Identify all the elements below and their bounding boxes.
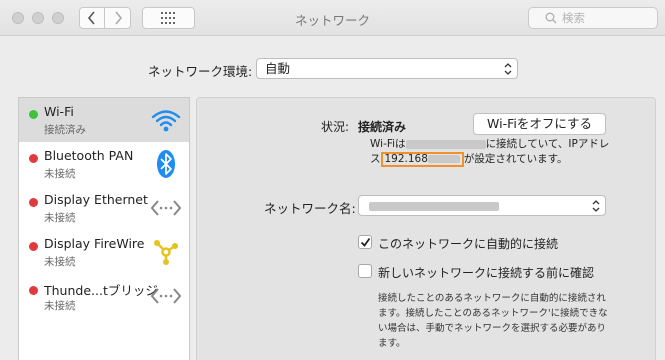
- connection-description: Wi-Fiは に接続していて、IPアドレス 192.168 が設定されています。: [370, 137, 610, 167]
- redacted-network-name: [405, 139, 486, 149]
- status-dot-connected: [29, 110, 38, 119]
- turn-wifi-off-button[interactable]: Wi-Fiをオフにする: [473, 113, 606, 135]
- desc-suffix: が設定されています。: [463, 153, 568, 165]
- ip-address-highlight: 192.168: [380, 152, 464, 167]
- service-item-display-ethernet[interactable]: Display Ethernet 未接続: [19, 186, 189, 230]
- service-name: Thunde...tブリッジ: [44, 283, 158, 298]
- desc-prefix: Wi-Fiは: [370, 138, 406, 150]
- search-field[interactable]: 検索: [528, 7, 658, 29]
- firewire-icon: [150, 236, 182, 268]
- checkmark-icon: [360, 237, 371, 247]
- service-list: Wi-Fi 接続済み Bluetooth PAN 未接続 Display Eth…: [18, 97, 190, 360]
- status-dot-disconnected: [29, 154, 38, 163]
- service-status: 未接続: [44, 168, 76, 180]
- ip-address: 192.168: [384, 153, 428, 165]
- location-select[interactable]: 自動: [256, 58, 518, 79]
- service-name: Bluetooth PAN: [44, 148, 134, 163]
- status-value: 接続済み: [358, 120, 407, 134]
- auto-join-checkbox[interactable]: [358, 235, 372, 249]
- service-status: 未接続: [44, 256, 76, 268]
- ask-to-join-label[interactable]: 新しいネットワークに接続する前に確認: [378, 264, 594, 281]
- ask-to-join-help-text: 接続したことのあるネットワークに自動的に接続されます。接続したことのあるネットワ…: [378, 293, 608, 349]
- ask-to-join-checkbox[interactable]: [358, 264, 372, 278]
- updown-arrows-icon: [592, 200, 600, 212]
- ethernet-arrows-icon: [150, 192, 182, 224]
- service-item-wifi[interactable]: Wi-Fi 接続済み: [19, 98, 189, 142]
- service-status: 未接続: [44, 300, 76, 312]
- status-dot-disconnected: [29, 198, 38, 207]
- bluetooth-icon: [150, 148, 182, 180]
- thunderbolt-bridge-icon: [150, 280, 182, 312]
- status-dot-disconnected: [29, 242, 38, 251]
- location-row: ネットワーク環境: 自動: [0, 58, 665, 80]
- wifi-icon: [150, 104, 182, 136]
- service-item-bluetooth-pan[interactable]: Bluetooth PAN 未接続: [19, 142, 189, 186]
- service-item-thunderbolt-bridge[interactable]: Thunde...tブリッジ 未接続: [19, 274, 189, 318]
- auto-join-label[interactable]: このネットワークに自動的に接続: [378, 235, 558, 252]
- location-value: 自動: [265, 61, 291, 76]
- network-name-select[interactable]: [358, 195, 606, 216]
- window-titlebar: ネットワーク 検索: [0, 0, 665, 36]
- service-status: 未接続: [44, 212, 76, 224]
- redacted-network-name: [369, 202, 499, 211]
- search-placeholder: 検索: [562, 11, 585, 25]
- service-item-display-firewire[interactable]: Display FireWire 未接続: [19, 230, 189, 274]
- service-name: Display FireWire: [44, 236, 145, 251]
- updown-arrows-icon: [504, 63, 512, 75]
- redacted-ip-suffix: [427, 155, 460, 163]
- status-label: 状況:: [321, 120, 350, 134]
- service-status: 接続済み: [44, 124, 86, 136]
- search-icon: [545, 12, 557, 24]
- location-label: ネットワーク環境:: [148, 64, 253, 79]
- service-name: Display Ethernet: [44, 192, 148, 207]
- status-dot-disconnected: [29, 286, 38, 295]
- service-name: Wi-Fi: [44, 104, 74, 119]
- network-name-label: ネットワーク名:: [264, 201, 356, 216]
